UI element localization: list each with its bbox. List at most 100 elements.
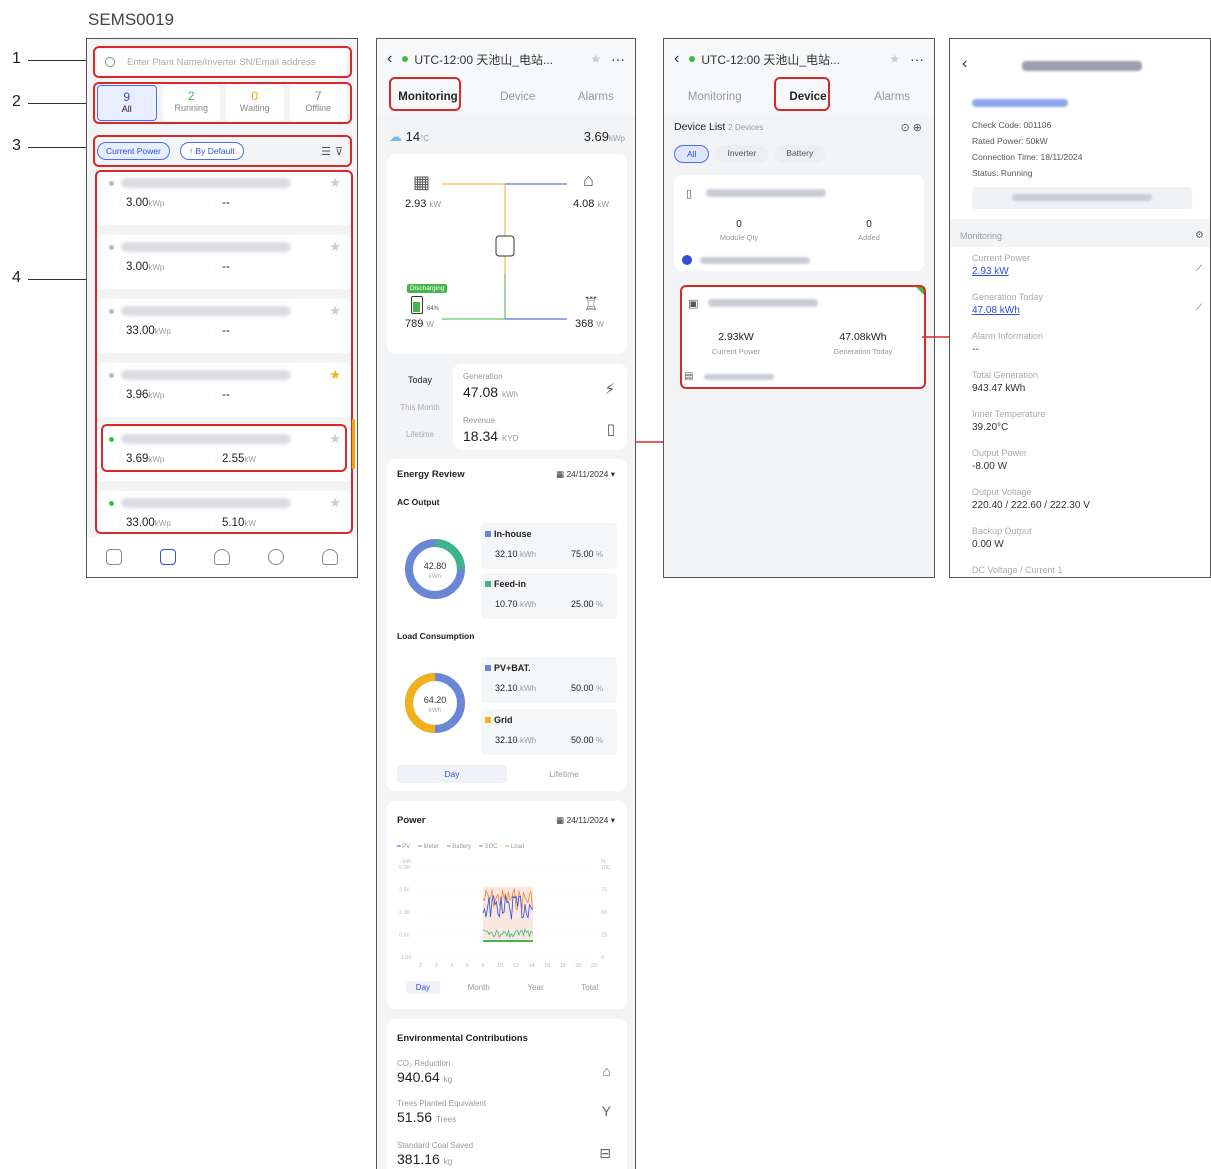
- x-tick: 12: [513, 963, 519, 969]
- toggle-day[interactable]: Day: [397, 765, 507, 783]
- weather: ☁ 14°C: [389, 129, 429, 145]
- period-today[interactable]: Today: [387, 375, 453, 385]
- plant-topbar: ‹ UTC-12:00 天池山_电站... ★ ···: [377, 39, 635, 79]
- legend-label: Load: [510, 844, 525, 850]
- range-tab-year[interactable]: Year: [517, 981, 553, 994]
- grid-kwh: 32.10 kWh: [495, 735, 536, 745]
- detail-back-icon[interactable]: ‹: [962, 55, 967, 73]
- legend-label: Meter: [423, 844, 439, 850]
- y-tick-left: 0.50: [399, 933, 410, 939]
- tab-device[interactable]: Device: [500, 91, 535, 103]
- detail-value: 943.47 kWh: [972, 383, 1026, 394]
- x-tick: 16: [544, 963, 550, 969]
- callout-line-3: [28, 147, 94, 148]
- legend-item[interactable]: ━ Battery: [447, 843, 471, 850]
- detail-row: Inner Temperature 39.20°C: [972, 409, 1192, 433]
- capacity: 3.69kWp: [584, 129, 625, 144]
- trend-chart-icon[interactable]: ⟋: [1196, 302, 1202, 313]
- nav-plants-icon[interactable]: [160, 549, 176, 565]
- device-back-icon[interactable]: ‹: [674, 50, 679, 68]
- detail-value: --: [972, 344, 979, 355]
- co2-label: CO₂ Reduction: [397, 1059, 451, 1068]
- detail-section-header: Monitoring ⚙: [950, 225, 1210, 247]
- coal-label: Standard Coal Saved: [397, 1141, 474, 1150]
- detail-row: Total Generation 943.47 kWh: [972, 370, 1192, 394]
- toggle-lifetime[interactable]: Lifetime: [511, 765, 617, 783]
- energy-review-date-text: 24/11/2024: [566, 469, 609, 479]
- y-tick-right: 0: [601, 955, 604, 961]
- plant-title: UTC-12:00 天池山_电站...: [414, 52, 554, 67]
- pv-value: 2.93: [405, 198, 427, 210]
- detail-key: Alarm Information: [972, 331, 1044, 341]
- grid-pct: 50.00 %: [571, 735, 603, 745]
- device-more-icon[interactable]: ···: [910, 51, 924, 67]
- legend-item[interactable]: ━ SOC: [479, 843, 497, 850]
- energy-flow-card: ▦ 2.93 kW ⌂ 4.08 kW Discharging 64% 789 …: [387, 154, 627, 354]
- detail-row: Backup Output 0.00 W: [972, 526, 1192, 550]
- trend-chart-icon[interactable]: ⟋: [1196, 263, 1202, 274]
- detail-key: DC Voltage / Current 1: [972, 565, 1063, 575]
- device-sn-blurred: [706, 189, 826, 197]
- y-tick-right: 75: [601, 888, 607, 894]
- detail-value: -8.00 W: [972, 461, 1008, 472]
- device-star-icon[interactable]: ★: [889, 52, 900, 66]
- detail-row: Alarm Information --: [972, 331, 1192, 355]
- detail-value[interactable]: 2.93 kW: [972, 266, 1192, 277]
- legend-item[interactable]: ━ Load: [506, 843, 525, 850]
- star-icon[interactable]: ★: [590, 52, 601, 66]
- check-code: Check Code: 001106: [972, 120, 1052, 130]
- more-icon[interactable]: ···: [611, 51, 625, 67]
- nav-stats-icon[interactable]: [106, 549, 122, 565]
- nav-device-icon[interactable]: [268, 549, 284, 565]
- module-icon: ▯: [686, 188, 693, 200]
- device-filter-all[interactable]: All: [674, 145, 710, 163]
- range-tab-month[interactable]: Month: [458, 981, 500, 994]
- detail-row[interactable]: Generation Today 47.08 kWh ⟋: [972, 292, 1202, 316]
- battery-tag: Discharging: [407, 284, 448, 293]
- tree-icon: Y: [601, 1103, 611, 1119]
- battery-value: 789: [405, 318, 424, 330]
- legend-item[interactable]: ━ Meter: [418, 843, 439, 850]
- feedin-row: Feed-in 10.70 kWh 25.00 %: [481, 573, 617, 619]
- nav-profile-icon[interactable]: [322, 549, 338, 565]
- feedin-pct: 25.00 %: [571, 599, 603, 609]
- tab-alarms[interactable]: Alarms: [578, 91, 614, 103]
- period-lifetime[interactable]: Lifetime: [387, 430, 453, 439]
- period-month[interactable]: This Month: [387, 403, 453, 412]
- load-total: 64.20: [423, 695, 447, 705]
- y-tick-left: 3.50: [399, 888, 410, 894]
- x-tick: 22: [591, 963, 597, 969]
- pvbat-kwh-value: 32.10: [495, 683, 518, 693]
- pv-power: 2.93 kW: [405, 198, 441, 210]
- device-filter-inverter[interactable]: Inverter: [715, 145, 769, 163]
- legend-label: PV: [402, 844, 411, 850]
- nav-alarm-icon[interactable]: [214, 549, 230, 565]
- range-tab-total[interactable]: Total: [571, 981, 608, 994]
- co2-value: 940.64: [397, 1069, 440, 1085]
- legend-item[interactable]: ━ PV: [397, 843, 410, 850]
- device-tab-alarms[interactable]: Alarms: [874, 91, 910, 103]
- highlight-tab-device: [774, 77, 830, 111]
- generation: 47.08 kWh: [463, 384, 518, 400]
- detail-value[interactable]: 47.08 kWh: [972, 305, 1192, 316]
- pvbat-label-text: PV+BAT.: [494, 663, 531, 673]
- scrollbar[interactable]: [352, 419, 355, 469]
- y-tick-left: -1.00: [399, 955, 412, 961]
- x-tick: 8: [482, 963, 485, 969]
- inhouse-pct-unit: %: [596, 550, 604, 559]
- device-tab-monitoring[interactable]: Monitoring: [688, 91, 742, 103]
- battery-unit: W: [426, 320, 434, 329]
- device-search-add-icon[interactable]: ⊙ ⊕: [901, 121, 923, 134]
- device-screen: ‹ UTC-12:00 天池山_电站... ★ ··· Monitoring D…: [663, 38, 935, 578]
- grid-pct-unit: %: [596, 736, 604, 745]
- status: Status: Running: [972, 168, 1033, 178]
- x-tick: 18: [560, 963, 566, 969]
- device-filter-battery[interactable]: Battery: [774, 145, 826, 163]
- settings-gear-icon[interactable]: ⚙: [1195, 230, 1204, 241]
- energy-review-date[interactable]: ▦ 24/11/2024 ▾: [556, 469, 615, 480]
- highlight-filter-bar: [93, 135, 352, 167]
- back-icon[interactable]: ‹: [387, 50, 392, 68]
- power-date[interactable]: ▦ 24/11/2024 ▾: [556, 815, 615, 826]
- detail-row[interactable]: Current Power 2.93 kW ⟋: [972, 253, 1202, 277]
- range-tab-day[interactable]: Day: [405, 981, 441, 994]
